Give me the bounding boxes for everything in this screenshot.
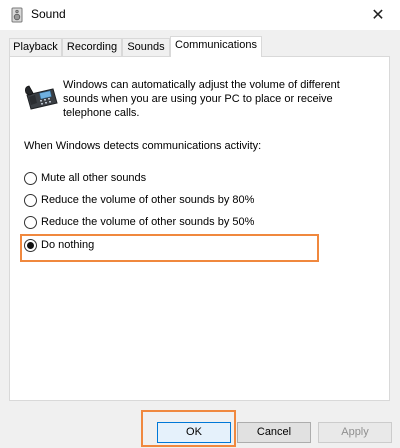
do-nothing-highlight: [20, 234, 319, 262]
close-button[interactable]: ✕: [356, 0, 400, 30]
communications-description: Windows can automatically adjust the vol…: [63, 79, 340, 119]
option-mute-all[interactable]: Mute all other sounds: [24, 170, 146, 186]
option-reduce-80[interactable]: Reduce the volume of other sounds by 80%: [24, 192, 254, 208]
speaker-icon: [11, 7, 23, 23]
tab-playback[interactable]: Playback: [9, 38, 62, 56]
detect-label: When Windows detects communications acti…: [24, 140, 262, 152]
radio-button[interactable]: [24, 193, 37, 207]
radio-button[interactable]: [24, 215, 37, 229]
radio-button[interactable]: [24, 171, 37, 185]
option-label: Reduce the volume of other sounds by 80%: [41, 194, 255, 206]
option-label: Reduce the volume of other sounds by 50%: [41, 216, 255, 228]
title-bar: Sound ✕: [0, 0, 400, 30]
cancel-button[interactable]: Cancel: [237, 422, 311, 443]
window-title: Sound: [31, 7, 66, 21]
tab-communications[interactable]: Communications: [170, 36, 262, 57]
close-icon: ✕: [371, 7, 385, 24]
tab-recording[interactable]: Recording: [62, 38, 122, 56]
telephone-icon: [25, 85, 58, 110]
option-reduce-50[interactable]: Reduce the volume of other sounds by 50%: [24, 214, 254, 230]
communications-panel: Windows can automatically adjust the vol…: [9, 56, 390, 401]
ok-highlight: [141, 410, 236, 447]
tab-sounds[interactable]: Sounds: [122, 38, 170, 56]
apply-button: Apply: [318, 422, 392, 443]
option-label: Mute all other sounds: [41, 172, 147, 184]
